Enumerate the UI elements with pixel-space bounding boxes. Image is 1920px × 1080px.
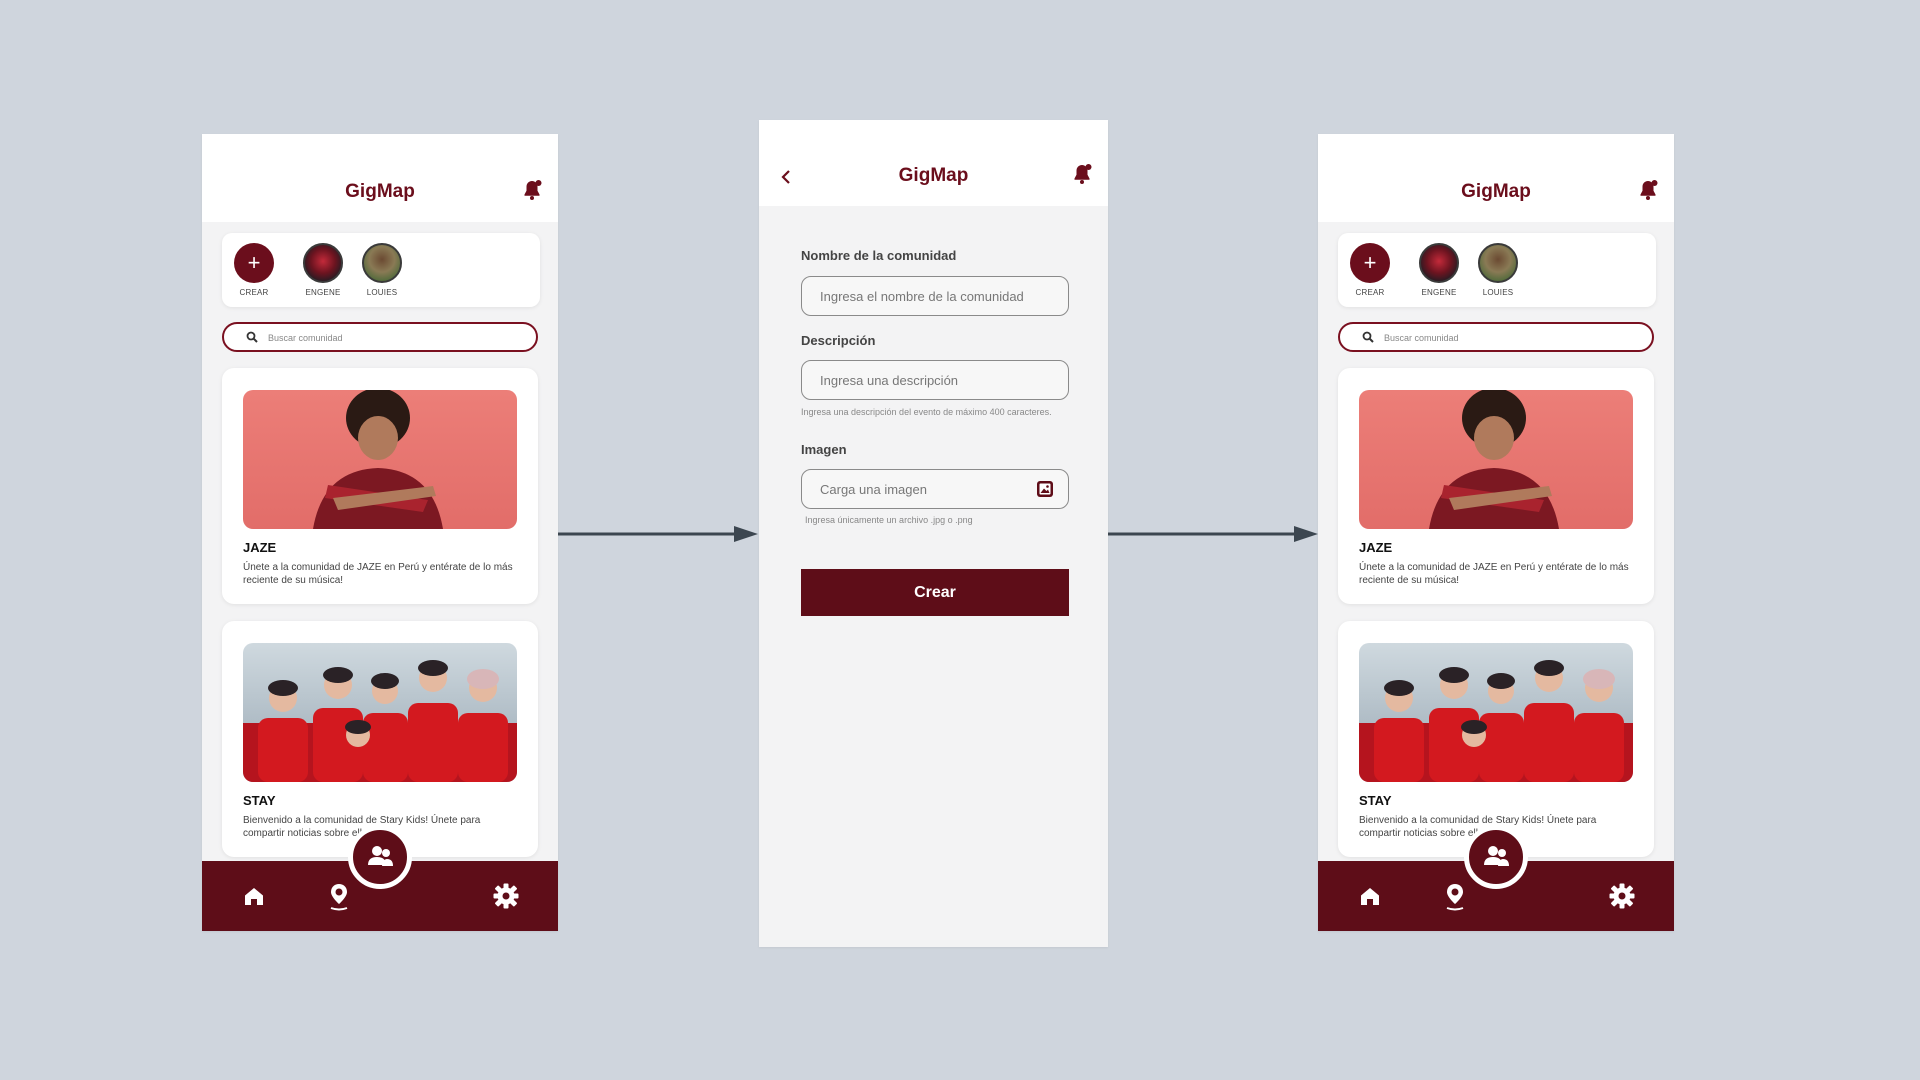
community-image (243, 390, 517, 529)
app-title: GigMap (345, 181, 415, 202)
bottom-nav (202, 825, 558, 931)
story-louies[interactable]: LOUIES (1468, 243, 1528, 297)
search-input[interactable] (266, 327, 510, 349)
notification-bell-icon[interactable] (520, 178, 544, 202)
community-title: STAY (243, 793, 276, 808)
community-card[interactable]: STAY Bienvenido a la comunidad de Stary … (222, 621, 538, 857)
story-label: LOUIES (366, 288, 398, 297)
community-card[interactable]: STAY Bienvenido a la comunidad de Stary … (1338, 621, 1654, 857)
name-label: Nombre de la comunidad (801, 248, 957, 263)
map-pin-icon[interactable] (1441, 881, 1469, 911)
community-title: JAZE (243, 540, 277, 555)
flow-arrow (1108, 526, 1318, 542)
story-create[interactable]: + CREAR (224, 243, 284, 297)
search-bar (1338, 322, 1654, 352)
community-button[interactable] (1464, 825, 1528, 889)
description-input[interactable] (801, 360, 1069, 400)
community-title: STAY (1359, 793, 1392, 808)
community-list-screen: GigMap + CREAR ENGENE LOUIES Buscar comu… (1318, 134, 1674, 931)
image-label: Imagen (801, 442, 847, 457)
top-bar: GigMap (1318, 134, 1674, 222)
avatar[interactable] (303, 243, 343, 283)
community-name-input[interactable] (801, 276, 1069, 316)
community-icon (368, 846, 393, 866)
search-bar (222, 322, 538, 352)
community-image (1359, 643, 1633, 782)
gear-icon[interactable] (492, 881, 520, 911)
story-label: ENGENE (305, 288, 341, 297)
community-image (243, 643, 517, 782)
story-label: CREAR (1355, 288, 1385, 297)
plus-icon[interactable]: + (1350, 243, 1390, 283)
top-bar: GigMap (759, 120, 1108, 206)
community-description: Únete a la comunidad de JAZE en Perú y e… (243, 562, 513, 586)
story-louies[interactable]: LOUIES (352, 243, 412, 297)
gear-icon[interactable] (1608, 881, 1636, 911)
create-button[interactable]: Crear (801, 569, 1069, 616)
app-title: GigMap (1461, 181, 1531, 202)
story-label: LOUIES (1482, 288, 1514, 297)
community-icon (1484, 846, 1509, 866)
image-icon[interactable] (1036, 480, 1054, 498)
map-pin-icon[interactable] (325, 881, 353, 911)
story-label: CREAR (239, 288, 269, 297)
avatar[interactable] (362, 243, 402, 283)
community-button[interactable] (348, 825, 412, 889)
community-card[interactable]: JAZE Únete a la comunidad de JAZE en Per… (222, 368, 538, 604)
community-card[interactable]: JAZE Únete a la comunidad de JAZE en Per… (1338, 368, 1654, 604)
image-hint: Ingresa únicamente un archivo .jpg o .pn… (805, 515, 973, 525)
bottom-nav (1318, 825, 1674, 931)
image-upload-input[interactable] (801, 469, 1069, 509)
search-input[interactable] (1382, 327, 1626, 349)
create-community-screen: GigMap Nombre de la comunidad Descripció… (759, 120, 1108, 947)
description-label: Descripción (801, 333, 876, 348)
top-bar: GigMap (202, 134, 558, 222)
plus-icon[interactable]: + (234, 243, 274, 283)
community-description: Únete a la comunidad de JAZE en Perú y e… (1359, 562, 1629, 586)
story-label: ENGENE (1421, 288, 1457, 297)
stories-bar: + CREAR ENGENE LOUIES (1338, 233, 1656, 307)
home-icon[interactable] (240, 881, 268, 911)
flow-arrow (558, 526, 758, 542)
search-icon (246, 331, 258, 343)
description-hint: Ingresa una descripción del evento de má… (801, 407, 1052, 417)
notification-bell-icon[interactable] (1070, 162, 1094, 186)
story-engene[interactable]: ENGENE (293, 243, 353, 297)
home-icon[interactable] (1356, 881, 1384, 911)
story-engene[interactable]: ENGENE (1409, 243, 1469, 297)
community-image (1359, 390, 1633, 529)
community-list-screen: GigMap + CREAR ENGENE LOUIES Buscar comu… (202, 134, 558, 931)
app-title: GigMap (898, 165, 969, 186)
avatar[interactable] (1419, 243, 1459, 283)
community-title: JAZE (1359, 540, 1393, 555)
stories-bar: + CREAR ENGENE LOUIES (222, 233, 540, 307)
search-icon (1362, 331, 1374, 343)
avatar[interactable] (1478, 243, 1518, 283)
story-create[interactable]: + CREAR (1340, 243, 1400, 297)
notification-bell-icon[interactable] (1636, 178, 1660, 202)
